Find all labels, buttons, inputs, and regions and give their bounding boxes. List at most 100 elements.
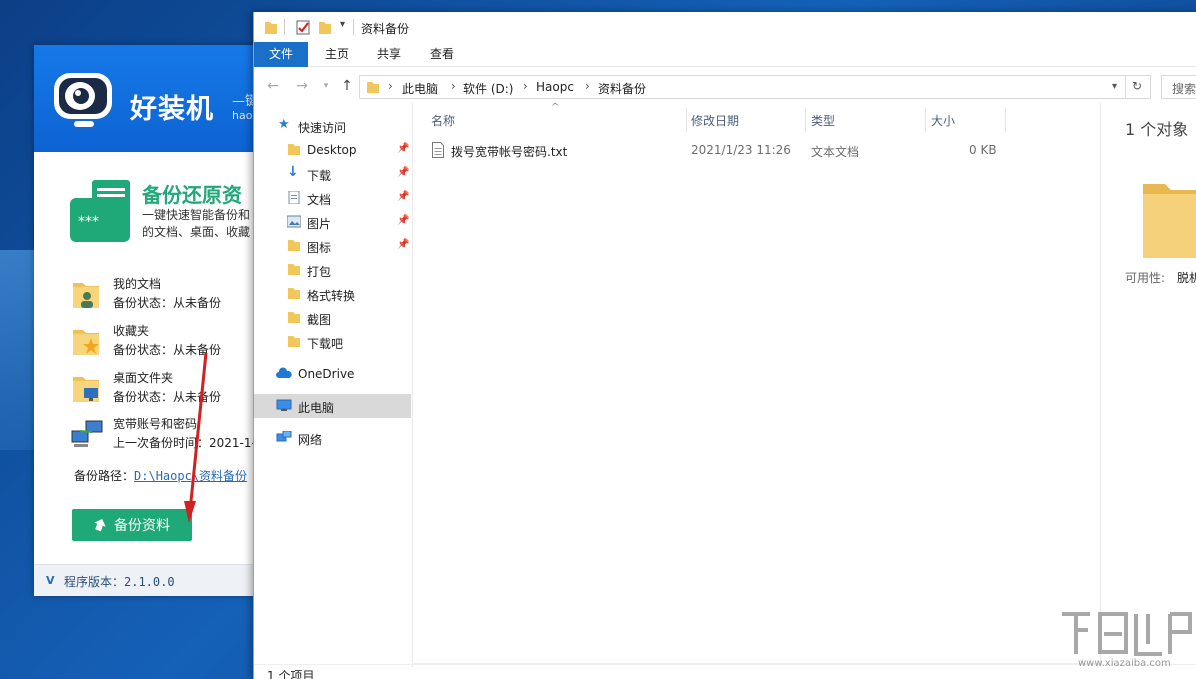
download-arrow-icon: ↓ [287,164,299,180]
file-row[interactable]: 拨号宽带帐号密码.txt 2021/1/23 11:26 文本文档 0 KB [428,140,1008,162]
user-folder-icon [73,283,99,308]
nav-item-downloads[interactable]: ↓ 下载 📌 [254,162,411,186]
text-file-icon [432,142,444,158]
star-folder-icon [73,330,99,355]
haozhuangji-window: 好装机 —键 hao *** 备份还原资 一键快速智能备份和 的文档、桌面、收藏… [34,45,259,596]
column-divider[interactable] [925,108,926,132]
version-badge-icon: V [46,574,55,587]
computer-icon [276,399,292,411]
svg-text:***: *** [78,214,99,230]
cloud-icon [276,367,292,378]
nav-label: 截图 [307,313,332,327]
nav-label: 图标 [307,241,332,255]
nav-network[interactable]: 网络 [254,426,411,450]
nav-item-screenshots[interactable]: 截图 [254,306,411,330]
backup-folder-icon: *** [70,180,130,242]
column-divider[interactable] [1005,108,1006,132]
file-modified: 2021/1/23 11:26 [691,143,791,157]
tab-view[interactable]: 查看 [419,42,465,67]
eye-logo-icon [54,73,112,127]
nav-label: OneDrive [298,367,355,381]
nav-quick-access[interactable]: ★ 快速访问 [254,114,411,138]
app-footer: V 程序版本：2.1.0.0 [34,564,259,596]
breadcrumb-backup-folder[interactable]: 资料备份 [598,80,646,97]
item-status: 备份状态：从未备份 [113,296,222,310]
up-arrow-icon[interactable]: ↑ [339,78,355,94]
item-count: 1 个项目 [267,669,315,679]
nav-label: 格式转换 [307,289,356,303]
pin-icon[interactable]: 📌 [397,239,409,250]
title-divider [353,19,354,35]
quick-access-dropdown-icon[interactable]: ▾ [340,19,350,35]
forward-arrow-icon[interactable]: → [294,78,310,94]
pin-icon[interactable]: 📌 [397,191,409,202]
file-type: 文本文档 [811,145,860,159]
network-icon [276,431,292,442]
tab-file[interactable]: 文件 [254,42,308,67]
preview-divider[interactable] [1100,102,1101,667]
preview-object-count: 1 个对象 [1125,120,1189,139]
refresh-icon[interactable]: ↻ [1132,79,1142,93]
column-divider[interactable] [805,108,806,132]
column-header-name[interactable]: 名称 [431,112,455,129]
pin-icon[interactable]: 📌 [397,167,409,178]
folder-icon [265,22,277,34]
nav-item-documents[interactable]: 文档 📌 [254,186,411,210]
nav-label: 打包 [307,265,332,279]
watermark-logo-icon [1062,612,1192,656]
nav-this-pc[interactable]: 此电脑 [254,394,411,418]
folder-icon [288,312,300,323]
nav-item-desktop[interactable]: Desktop 📌 [254,138,411,162]
backup-item-my-documents[interactable]: 我的文档 备份状态：从未备份 [70,275,259,315]
upload-arrow-icon [94,519,106,532]
folder-icon [288,264,300,275]
tab-home[interactable]: 主页 [312,42,362,67]
folder-icon [288,240,300,251]
address-divider [1125,76,1126,98]
file-size: 0 KB [969,143,997,157]
back-arrow-icon[interactable]: ← [265,78,281,94]
column-header-type[interactable]: 类型 [811,112,835,129]
column-divider[interactable] [686,108,687,132]
new-folder-icon[interactable] [318,19,332,35]
backup-data-button[interactable]: 备份资料 [72,509,192,541]
app-subtitle: hao [232,109,253,122]
nav-item-pictures[interactable]: 图片 📌 [254,210,411,234]
status-bar: 1 个项目 [254,664,1196,679]
nav-label: Desktop [307,143,357,157]
chevron-right-icon: › [585,79,590,93]
preview-availability: 可用性: 脱机 [1125,269,1196,286]
address-dropdown-icon[interactable]: ▾ [1112,81,1117,92]
nav-label: 文档 [307,193,332,207]
app-brand: 好装机 [130,94,214,125]
nav-item-icons[interactable]: 图标 📌 [254,234,411,258]
nav-item-format-convert[interactable]: 格式转换 [254,282,411,306]
breadcrumb-this-pc[interactable]: 此电脑 [402,80,438,97]
desktop-folder-icon [73,377,99,402]
ribbon-tabs: 文件 主页 共享 查看 [254,42,1196,67]
red-annotation-arrow [184,352,208,523]
folder-icon [288,336,300,347]
address-bar[interactable]: › 此电脑 › 软件 (D:) › Haopc › 资料备份 ▾ ↻ [359,75,1151,99]
chevron-right-icon: › [451,79,456,93]
pin-icon[interactable]: 📌 [397,215,409,226]
network-computers-icon [71,420,103,447]
search-input[interactable]: 搜索 [1161,75,1196,99]
backup-button-label: 备份资料 [114,518,170,534]
item-name: 收藏夹 [113,324,150,338]
column-header-size[interactable]: 大小 [931,112,955,129]
pane-divider[interactable] [412,102,413,667]
nav-item-pack[interactable]: 打包 [254,258,411,282]
navigation-bar: ← → ▾ ↑ › 此电脑 › 软件 (D:) › Haopc › 资料备份 ▾… [254,72,1196,102]
nav-item-xiazaiba[interactable]: 下载吧 [254,330,411,354]
breadcrumb-drive-d[interactable]: 软件 (D:) [463,80,513,97]
nav-label: 快速访问 [298,121,347,135]
column-header-modified[interactable]: 修改日期 [691,112,739,129]
tab-share[interactable]: 共享 [366,42,412,67]
nav-onedrive[interactable]: OneDrive [254,362,411,386]
recent-locations-icon[interactable]: ▾ [318,78,334,94]
breadcrumb-haopc[interactable]: Haopc [536,80,574,94]
properties-check-icon[interactable] [296,19,310,35]
pin-icon[interactable]: 📌 [397,143,409,154]
nav-label: 此电脑 [298,401,335,415]
